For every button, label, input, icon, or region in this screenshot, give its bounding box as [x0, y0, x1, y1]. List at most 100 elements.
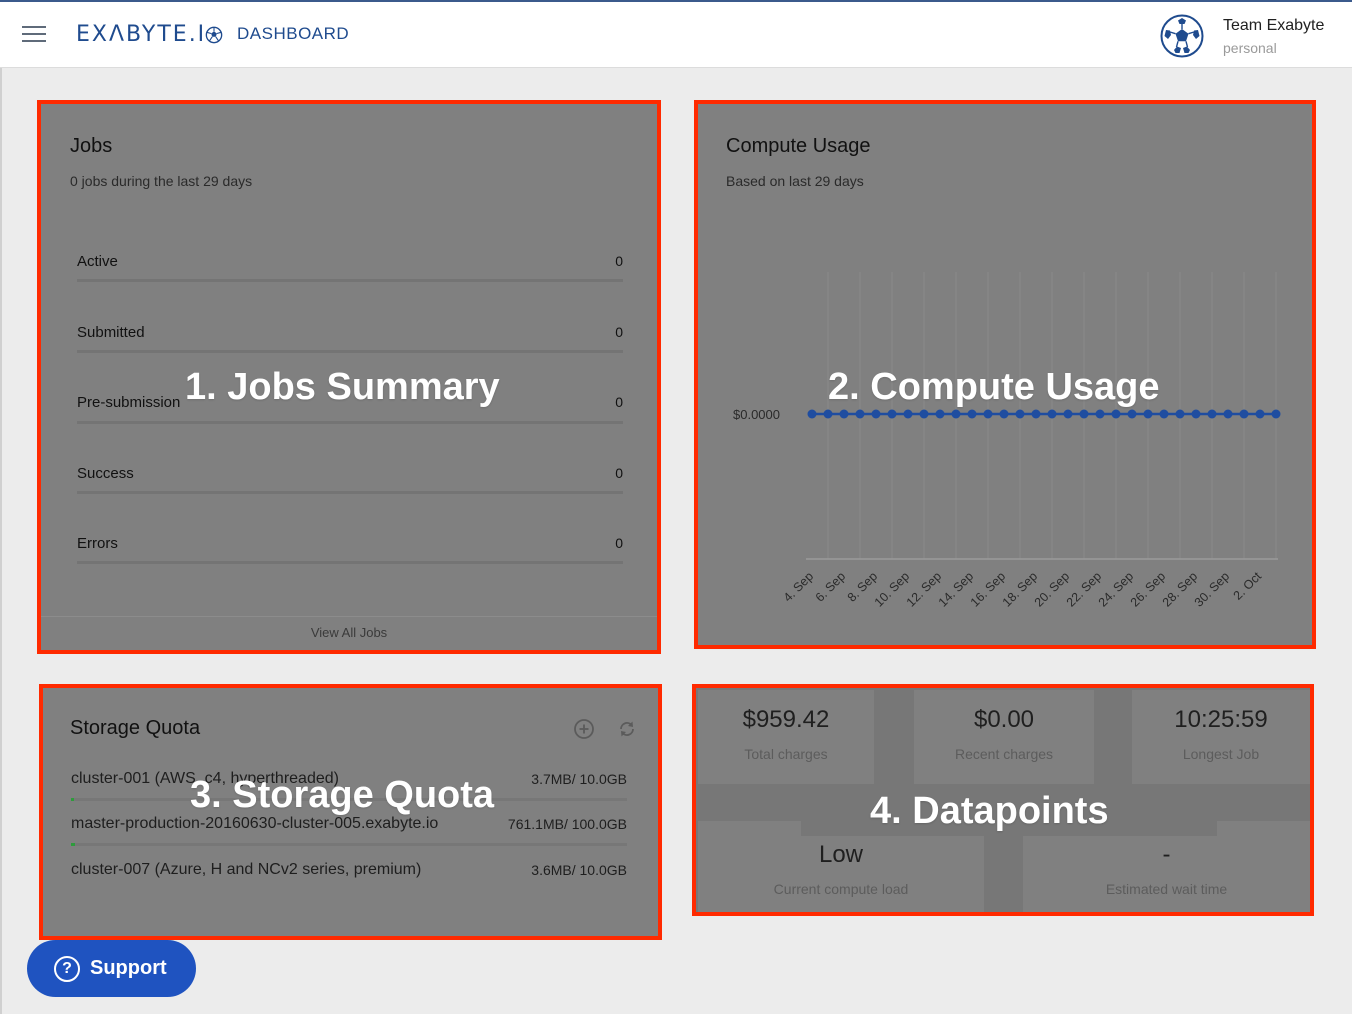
total-charges-label: Total charges [744, 746, 828, 762]
job-divider [77, 421, 623, 424]
chart-x-tick-label: 12. Sep [904, 569, 944, 609]
chart-x-tick-label: 18. Sep [1000, 569, 1040, 609]
team-name[interactable]: Team Exabyte [1223, 17, 1324, 35]
job-row-errors[interactable]: Errors 0 [77, 535, 623, 561]
storage-row[interactable]: master-production-20160630-cluster-005.e… [71, 815, 627, 837]
datapoints-card: $959.42 Total charges $0.00 Recent charg… [692, 684, 1314, 916]
recent-charges-tile: $0.00 Recent charges [914, 690, 1094, 784]
chart-point [951, 409, 961, 419]
job-divider [77, 279, 623, 282]
job-divider [77, 561, 623, 564]
recent-charges-label: Recent charges [954, 746, 1054, 762]
chart-x-tick-label: 30. Sep [1192, 569, 1232, 609]
chart-point [1111, 409, 1121, 419]
chart-point [807, 409, 817, 419]
chart-x-tick-label: 2. Oct [1231, 569, 1265, 603]
chart-point [1127, 409, 1137, 419]
chart-point [1175, 409, 1185, 419]
storage-progress-bar [71, 843, 627, 846]
chart-point [1063, 409, 1073, 419]
chart-point [1095, 409, 1105, 419]
chart-point [919, 409, 929, 419]
cluster-name: cluster-007 (Azure, H and NCv2 series, p… [71, 861, 422, 878]
chart-x-tick-label: 24. Sep [1096, 569, 1136, 609]
cluster-usage: 3.6MB/ 10.0GB [531, 862, 627, 878]
compute-overlay-label: 2. Compute Usage [828, 366, 1160, 408]
job-row-active[interactable]: Active 0 [77, 253, 623, 279]
chart-point [1031, 409, 1041, 419]
chart-point [1047, 409, 1057, 419]
job-label: Errors [77, 535, 118, 552]
chart-x-tick-label: 14. Sep [936, 569, 976, 609]
chart-point [1159, 409, 1169, 419]
chart-point [935, 409, 945, 419]
top-bar: EXΛBYTE.I DASHBOARD Team Exabyte persona… [0, 0, 1352, 68]
total-charges-tile: $959.42 Total charges [698, 690, 874, 784]
cluster-usage: 761.1MB/ 100.0GB [507, 816, 627, 832]
cluster-usage: 3.7MB/ 10.0GB [531, 771, 627, 787]
refresh-icon[interactable] [616, 718, 638, 740]
cluster-name: master-production-20160630-cluster-005.e… [71, 815, 439, 832]
chart-y-tick-label: $0.0000 [733, 407, 780, 422]
chart-point [1271, 409, 1281, 419]
chart-point [983, 409, 993, 419]
jobs-subtitle: 0 jobs during the last 29 days [70, 173, 253, 189]
wait-time-label: Estimated wait time [1105, 881, 1228, 897]
wait-time-value: - [1162, 841, 1171, 868]
storage-row[interactable]: cluster-007 (Azure, H and NCv2 series, p… [71, 861, 627, 883]
chart-x-tick-label: 26. Sep [1128, 569, 1168, 609]
support-label: Support [90, 957, 167, 979]
storage-title: Storage Quota [70, 717, 201, 739]
chart-point [999, 409, 1009, 419]
compute-load-value: Low [818, 841, 864, 868]
job-row-success[interactable]: Success 0 [77, 465, 623, 491]
compute-usage-card: Compute Usage Based on last 29 days $0.0… [694, 100, 1316, 649]
chart-point [1191, 409, 1201, 419]
menu-icon[interactable] [22, 26, 46, 42]
avatar[interactable] [1160, 14, 1204, 58]
view-all-jobs-link[interactable]: View All Jobs [41, 616, 657, 650]
chart-point [823, 409, 833, 419]
plus-circle-icon[interactable] [573, 718, 595, 740]
chart-point [1143, 409, 1153, 419]
job-count: 0 [615, 324, 623, 340]
jobs-overlay-label: 1. Jobs Summary [185, 366, 500, 408]
job-row-submitted[interactable]: Submitted 0 [77, 324, 623, 350]
chart-point [1015, 409, 1025, 419]
app-logo[interactable]: EXΛBYTE.I [76, 22, 206, 47]
job-label: Success [77, 465, 134, 482]
help-icon: ? [54, 956, 80, 982]
page-title: DASHBOARD [237, 24, 350, 43]
recent-charges-value: $0.00 [973, 706, 1035, 733]
total-charges-value: $959.42 [742, 706, 830, 733]
chart-x-tick-label: 22. Sep [1064, 569, 1104, 609]
chart-point [1223, 409, 1233, 419]
job-count: 0 [615, 465, 623, 481]
chart-x-tick-label: 28. Sep [1160, 569, 1200, 609]
storage-progress-fill [71, 798, 75, 801]
jobs-card: Jobs 0 jobs during the last 29 days Acti… [37, 100, 661, 654]
storage-progress-fill [71, 843, 76, 846]
logo-ball-icon [205, 26, 223, 44]
datapoints-overlay-label: 4. Datapoints [870, 790, 1109, 832]
chart-point [1207, 409, 1217, 419]
chart-point [1255, 409, 1265, 419]
chart-point [903, 409, 913, 419]
chart-x-tick-label: 16. Sep [968, 569, 1008, 609]
job-divider [77, 491, 623, 494]
job-count: 0 [615, 535, 623, 551]
chart-point [1239, 409, 1249, 419]
chart-x-tick-label: 10. Sep [872, 569, 912, 609]
longest-job-label: Longest Job [1182, 746, 1260, 762]
chart-point [855, 409, 865, 419]
chart-x-tick-label: 20. Sep [1032, 569, 1072, 609]
job-count: 0 [615, 253, 623, 269]
chart-point [1079, 409, 1089, 419]
chart-point [887, 409, 897, 419]
longest-job-tile: 10:25:59 Longest Job [1132, 690, 1310, 784]
chart-point [967, 409, 977, 419]
left-divider [0, 68, 2, 1014]
compute-load-label: Current compute load [773, 881, 909, 897]
job-divider [77, 350, 623, 353]
support-button[interactable]: ? Support [27, 940, 196, 997]
